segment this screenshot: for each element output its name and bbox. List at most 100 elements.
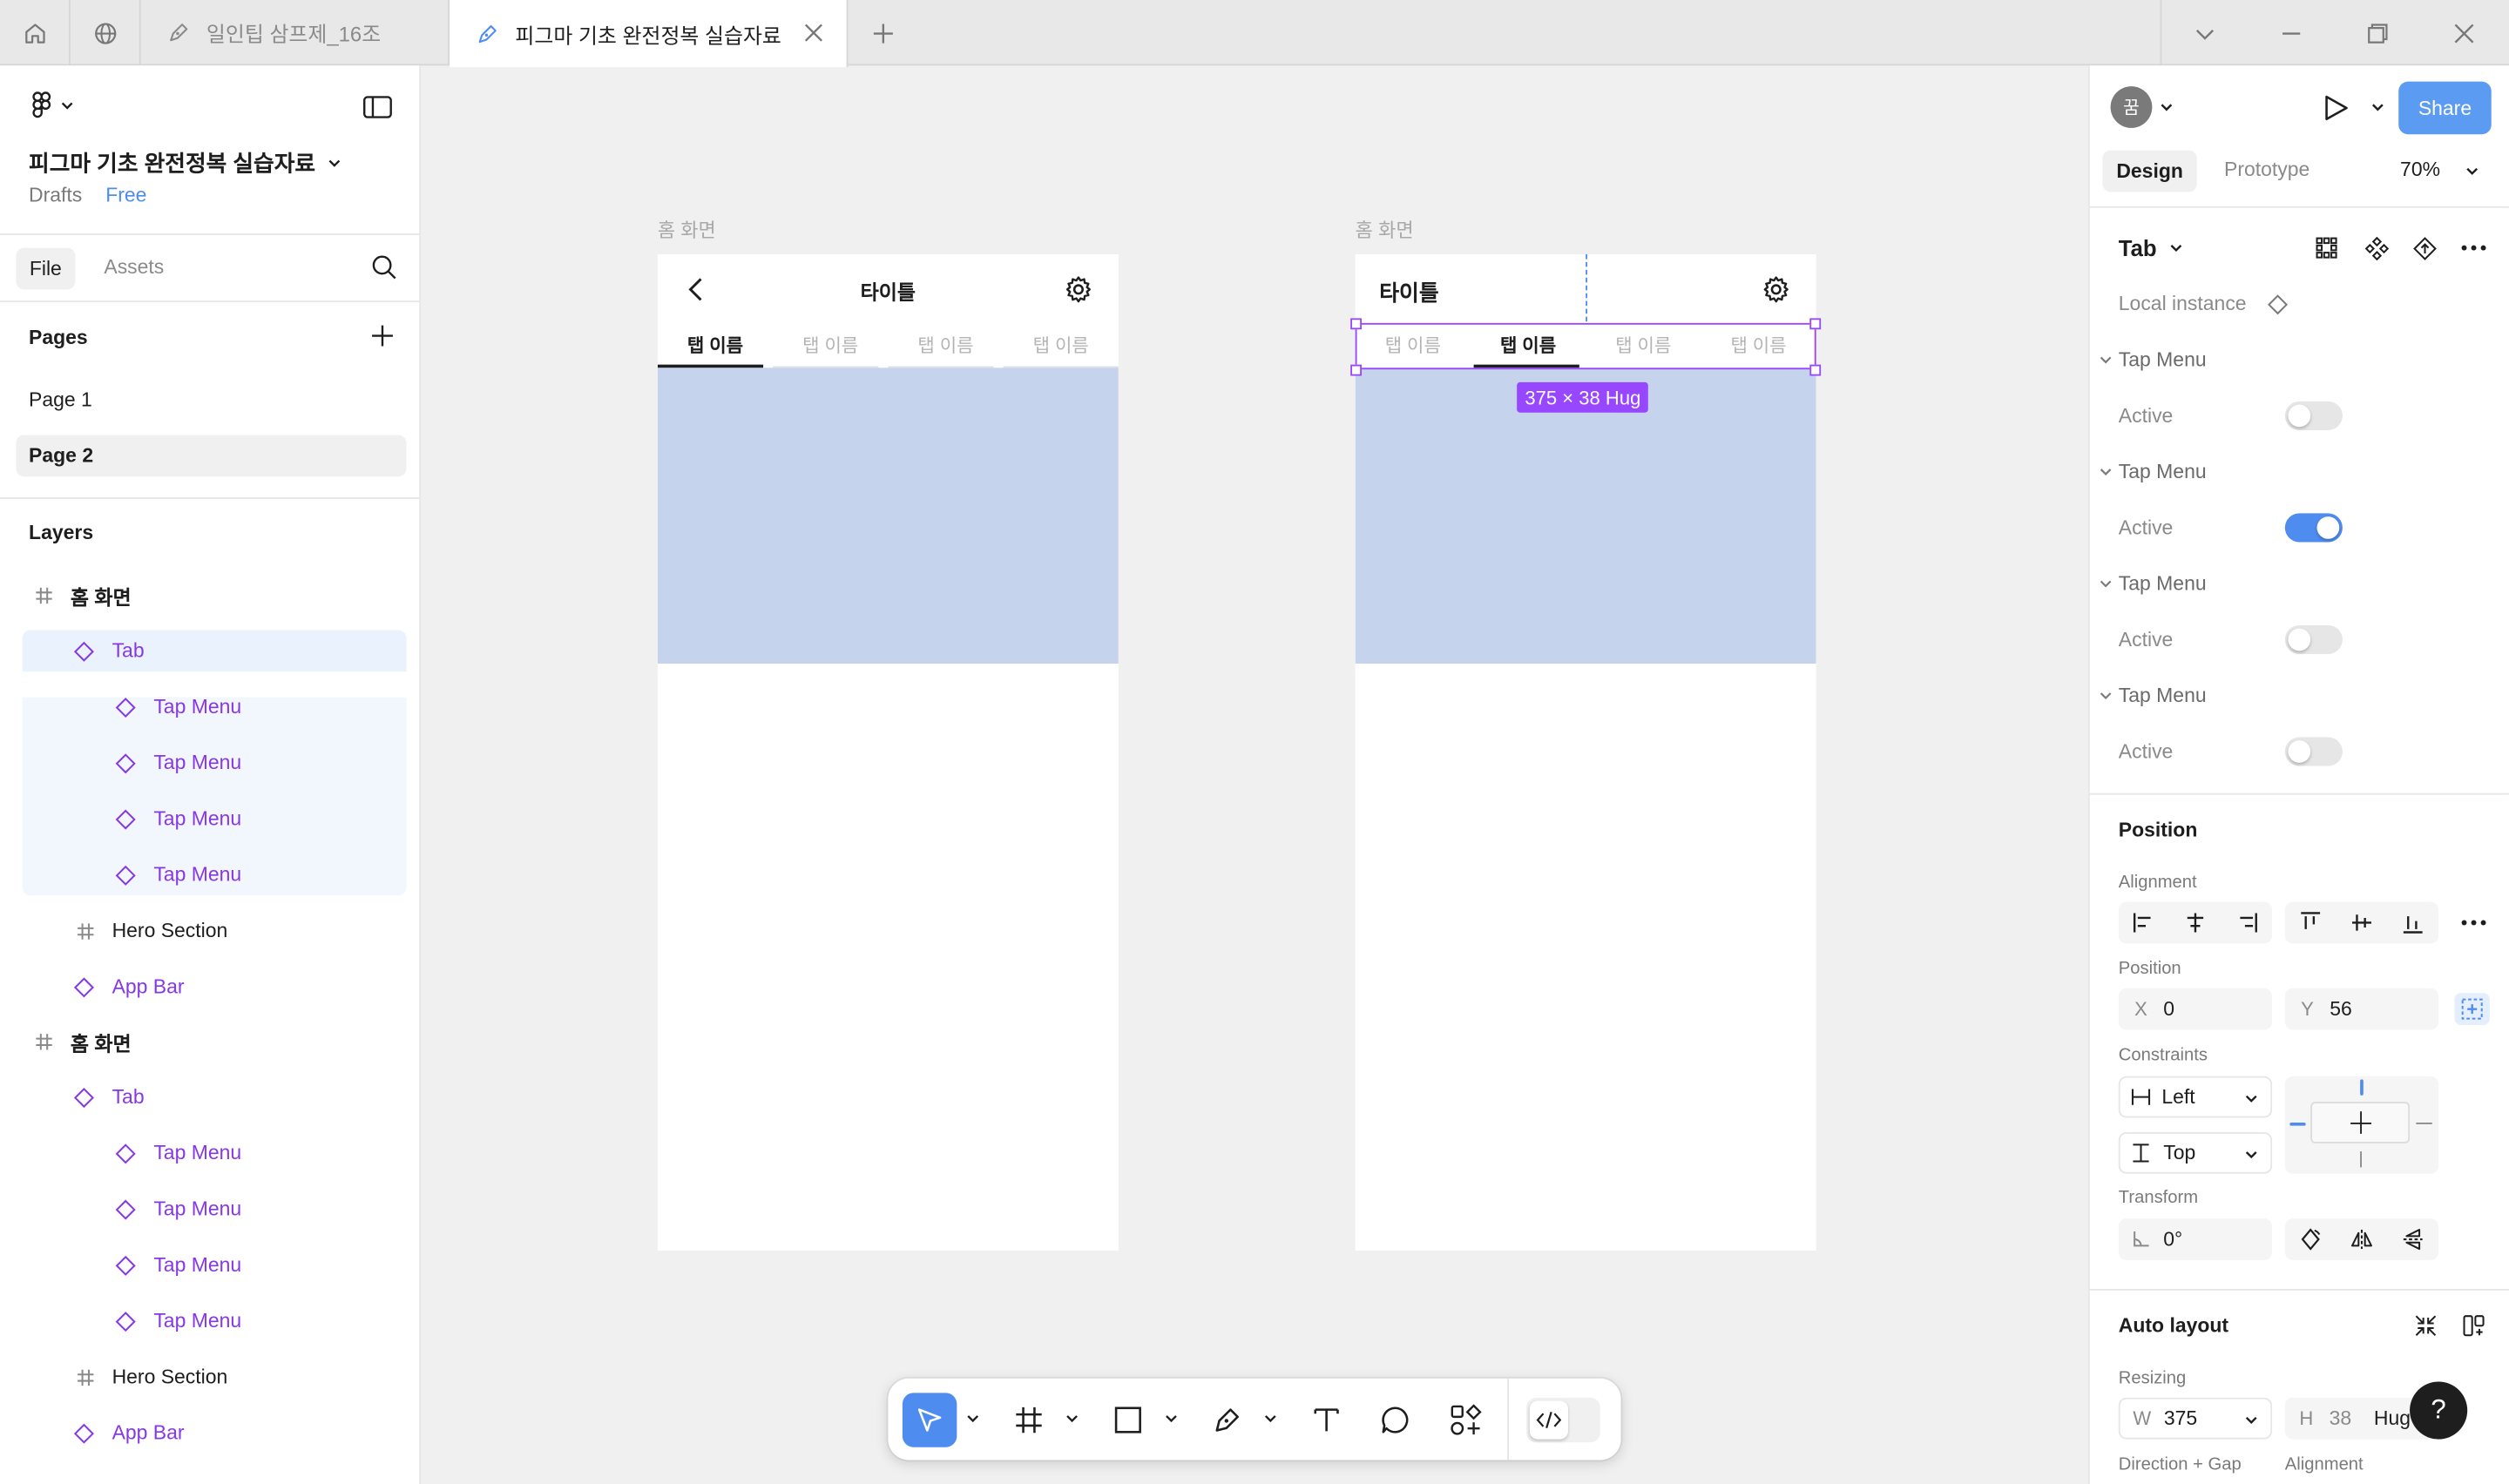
tab-item[interactable]: 탭 이름	[888, 333, 1003, 358]
settings-gear-icon[interactable]	[1064, 275, 1092, 304]
layer-frame-hero-section[interactable]: Hero Section	[23, 910, 407, 952]
width-field[interactable]: W 375	[2118, 1397, 2273, 1440]
chevron-down-icon[interactable]	[2371, 101, 2384, 114]
layer-instance-tap-menu[interactable]: Tap Menu	[23, 854, 407, 896]
restore-icon[interactable]	[2335, 0, 2421, 65]
flip-vertical-icon[interactable]	[2389, 1218, 2437, 1260]
layer-frame-home[interactable]: 홈 화면	[23, 1020, 407, 1062]
settings-gear-icon[interactable]	[1762, 275, 1790, 304]
go-to-main-component-icon[interactable]	[2400, 227, 2448, 269]
resize-handle[interactable]	[1809, 318, 1822, 330]
avatar[interactable]: 꿈	[2110, 86, 2153, 128]
layer-instance-tap-menu[interactable]: Tap Menu	[23, 686, 407, 728]
rotation-field[interactable]: 0°	[2118, 1218, 2273, 1260]
align-bottom-icon[interactable]	[2389, 902, 2437, 944]
component-icon[interactable]	[2352, 227, 2400, 269]
align-center-horizontal-icon[interactable]	[2171, 902, 2219, 944]
layer-instance-app-bar[interactable]: App Bar	[23, 1412, 407, 1454]
nested-instance-label[interactable]: Tap Menu	[2119, 348, 2207, 371]
tab-assets[interactable]: Assets	[104, 256, 164, 279]
active-toggle-on[interactable]	[2284, 513, 2343, 543]
frame-label[interactable]: 홈 화면	[1356, 216, 1414, 243]
variants-grid-icon[interactable]	[2303, 227, 2350, 269]
constraint-top-active[interactable]	[2360, 1079, 2364, 1096]
auto-layout-settings-icon[interactable]	[2450, 1305, 2498, 1346]
text-tool-icon[interactable]	[1299, 1393, 1353, 1447]
frame-label[interactable]: 홈 화면	[658, 216, 716, 243]
rotate-icon[interactable]	[2287, 1218, 2335, 1260]
new-tab-plus-icon[interactable]	[848, 0, 918, 65]
frame-tool-icon[interactable]	[1002, 1393, 1056, 1447]
tab-file[interactable]: File	[16, 247, 76, 290]
layer-instance-tap-menu[interactable]: Tap Menu	[23, 1300, 407, 1342]
tab-item[interactable]: 탭 이름	[773, 333, 888, 358]
globe-icon[interactable]	[71, 0, 141, 66]
align-right-icon[interactable]	[2222, 902, 2270, 944]
comment-tool-icon[interactable]	[1368, 1393, 1422, 1447]
chevron-down-icon[interactable]	[1163, 1411, 1179, 1427]
active-toggle-off[interactable]	[2284, 401, 2343, 430]
dev-mode-toggle[interactable]	[1526, 1397, 1600, 1443]
add-page-plus-icon[interactable]	[371, 325, 394, 347]
instance-diamond-icon[interactable]	[2268, 294, 2289, 315]
home-icon[interactable]	[0, 0, 71, 66]
main-menu-button[interactable]	[29, 91, 73, 120]
constraint-left-active[interactable]	[2289, 1123, 2306, 1126]
tab-design[interactable]: Design	[2102, 150, 2197, 192]
actions-tool-icon[interactable]	[1438, 1393, 1492, 1447]
align-top-icon[interactable]	[2287, 902, 2335, 944]
nested-instance-label[interactable]: Tap Menu	[2119, 572, 2207, 595]
move-tool-cursor-icon[interactable]	[902, 1393, 957, 1447]
tab-document-1[interactable]: 일인팁 삼프제_16조	[141, 0, 450, 66]
y-position-field[interactable]: Y 56	[2284, 988, 2439, 1030]
layer-instance-tab-selected[interactable]: Tab	[22, 630, 407, 672]
minimize-icon[interactable]	[2249, 0, 2335, 65]
horizontal-constraint-select[interactable]: Left	[2118, 1076, 2273, 1118]
nested-instance-label[interactable]: Tap Menu	[2119, 685, 2207, 707]
chevron-down-icon[interactable]	[2100, 689, 2113, 702]
tab-item-active[interactable]: 탭 이름	[658, 333, 773, 358]
layer-instance-tap-menu[interactable]: Tap Menu	[23, 1132, 407, 1174]
chevron-down-icon[interactable]	[1262, 1411, 1278, 1427]
close-icon[interactable]	[803, 23, 824, 44]
flip-horizontal-icon[interactable]	[2337, 1218, 2385, 1260]
layer-instance-tab[interactable]: Tab	[23, 1076, 407, 1118]
file-location[interactable]: Drafts	[29, 184, 82, 206]
chevron-down-icon[interactable]	[1064, 1411, 1079, 1427]
layer-frame-home[interactable]: 홈 화면	[23, 574, 407, 616]
active-toggle-off[interactable]	[2284, 737, 2343, 766]
file-name-button[interactable]: 피그마 기초 완전정복 실습자료	[29, 147, 341, 179]
constraints-widget[interactable]	[2284, 1076, 2439, 1174]
selection-box[interactable]	[1355, 322, 1816, 370]
share-button[interactable]: Share	[2398, 81, 2492, 135]
resize-handle[interactable]	[1350, 364, 1363, 376]
align-middle-vertical-icon[interactable]	[2337, 902, 2385, 944]
more-options-icon[interactable]	[2450, 902, 2498, 944]
help-button[interactable]: ?	[2410, 1381, 2468, 1440]
tab-document-2-active[interactable]: 피그마 기초 완전정복 실습자료	[450, 0, 849, 68]
vertical-constraint-select[interactable]: Top	[2118, 1132, 2273, 1174]
chevron-down-icon[interactable]	[2160, 0, 2247, 66]
absolute-position-icon[interactable]	[2454, 993, 2490, 1026]
page-item-1[interactable]: Page 1	[16, 379, 406, 421]
tab-prototype[interactable]: Prototype	[2224, 159, 2309, 181]
chevron-down-icon[interactable]	[2161, 101, 2174, 114]
active-toggle-off[interactable]	[2284, 624, 2343, 655]
tab-item[interactable]: 탭 이름	[1004, 333, 1119, 358]
constraint-right[interactable]	[2416, 1123, 2432, 1124]
plan-badge[interactable]: Free	[105, 184, 146, 206]
nested-instance-label[interactable]: Tap Menu	[2119, 461, 2207, 483]
page-item-2-selected[interactable]: Page 2	[16, 435, 407, 477]
align-left-icon[interactable]	[2120, 902, 2168, 944]
chevron-down-icon[interactable]	[2100, 577, 2113, 590]
constraint-bottom[interactable]	[2360, 1151, 2362, 1168]
layer-frame-hero-section[interactable]: Hero Section	[23, 1356, 407, 1398]
layer-instance-tap-menu[interactable]: Tap Menu	[23, 742, 407, 784]
search-icon[interactable]	[371, 254, 396, 280]
rectangle-tool-icon[interactable]	[1101, 1393, 1155, 1447]
chevron-down-icon[interactable]	[2465, 165, 2479, 178]
layer-instance-app-bar[interactable]: App Bar	[23, 966, 407, 1008]
frame-home-screen-1[interactable]: 타이틀 탭 이름 탭 이름 탭 이름 탭 이름	[657, 253, 1119, 1251]
play-present-icon[interactable]	[2323, 94, 2349, 121]
resize-handle[interactable]	[1809, 364, 1822, 376]
